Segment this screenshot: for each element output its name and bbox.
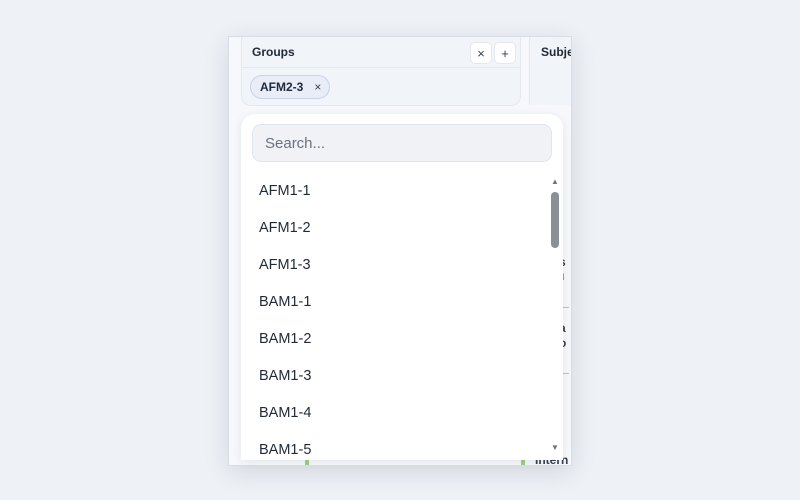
scrollbar-thumb[interactable] xyxy=(551,192,559,248)
chip-remove-icon[interactable]: × xyxy=(314,80,321,94)
scroll-down-icon[interactable]: ▼ xyxy=(550,444,560,452)
groups-title: Groups xyxy=(252,45,295,59)
clear-groups-button[interactable]: × xyxy=(470,42,492,64)
groups-header: Groups × + xyxy=(242,37,520,68)
option-item[interactable]: BAM1-1 xyxy=(241,284,547,321)
subjects-panel: Subje xyxy=(529,37,572,105)
add-group-button[interactable]: + xyxy=(494,42,516,64)
options-list: AFM1-1 AFM1-2 AFM1-3 BAM1-1 BAM1-2 BAM1-… xyxy=(241,172,547,460)
option-item[interactable]: AFM1-3 xyxy=(241,247,547,284)
option-item[interactable]: BAM1-2 xyxy=(241,321,547,358)
groups-panel: Groups × + AFM2-3 × xyxy=(241,37,521,106)
selected-group-chip: AFM2-3 × xyxy=(250,75,331,99)
option-item[interactable]: AFM1-1 xyxy=(241,173,547,210)
search-input[interactable] xyxy=(253,125,551,161)
option-item[interactable]: BAM1-3 xyxy=(241,358,547,395)
subjects-title: Subje xyxy=(541,45,572,59)
close-icon: × xyxy=(477,45,485,61)
scroll-up-icon[interactable]: ▲ xyxy=(550,178,560,186)
option-item[interactable]: AFM1-2 xyxy=(241,210,547,247)
search-box xyxy=(252,124,552,162)
option-item[interactable]: BAM1-4 xyxy=(241,395,547,432)
plus-icon: + xyxy=(501,45,509,61)
scrollbar[interactable]: ▲ ▼ xyxy=(550,176,560,454)
group-dropdown: AFM1-1 AFM1-2 AFM1-3 BAM1-1 BAM1-2 BAM1-… xyxy=(241,114,563,460)
option-item[interactable]: BAM1-5 xyxy=(241,432,547,460)
chip-label: AFM2-3 xyxy=(260,80,304,94)
